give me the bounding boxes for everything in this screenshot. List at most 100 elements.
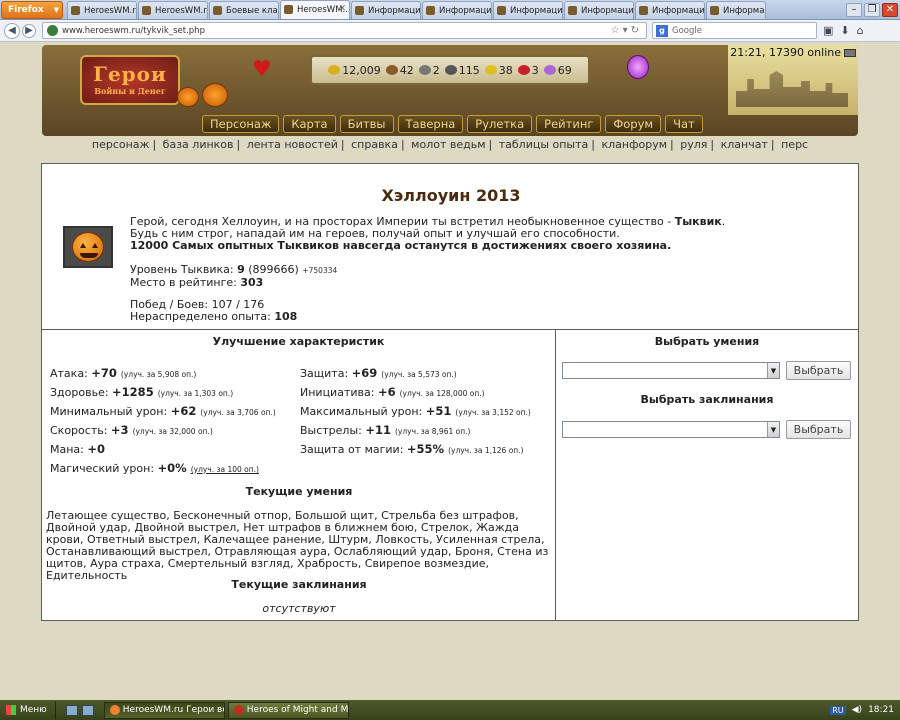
browser-tab[interactable]: Информация... xyxy=(422,1,492,19)
taskbar-item[interactable]: Heroes of Might and Magi xyxy=(227,701,349,719)
spell-select[interactable]: ▼ xyxy=(562,421,780,438)
crystals-resource: 3 xyxy=(517,64,539,77)
gold-icon xyxy=(328,64,341,75)
start-button[interactable]: Меню xyxy=(0,701,56,719)
tab-title: Информация... xyxy=(510,6,563,16)
improve-link[interactable]: (улуч. за 1,126 оп.) xyxy=(448,446,523,455)
improve-link[interactable]: (улуч. за 3,706 оп.) xyxy=(200,408,275,417)
browser-tabbar: Firefox ▼ HeroesWM.ru ... HeroesWM.ru ...… xyxy=(0,0,900,20)
link-clan-chat[interactable]: кланчат xyxy=(721,138,768,151)
menu-tavern[interactable]: Таверна xyxy=(397,115,464,133)
volume-icon[interactable]: ◀) xyxy=(852,705,862,715)
separator: | xyxy=(152,138,157,151)
page-content: Герои Войны и Денег ♥ 12,009 42 2 115 38… xyxy=(0,43,900,700)
link-news[interactable]: лента новостей xyxy=(247,138,338,151)
link-clan-forum[interactable]: кланфорум xyxy=(602,138,668,151)
improve-link[interactable]: (улуч. за 5,573 оп.) xyxy=(381,370,456,379)
firefox-menu-button[interactable]: Firefox ▼ xyxy=(1,0,63,19)
skill-select[interactable]: ▼ xyxy=(562,362,780,379)
improve-link[interactable]: (улуч. за 1,303 оп.) xyxy=(158,389,233,398)
download-icon[interactable]: ⬇ xyxy=(840,24,849,37)
browser-tab[interactable]: Информация... xyxy=(351,1,421,19)
mana-bottle-icon[interactable] xyxy=(627,55,649,79)
menu-chat[interactable]: Чат xyxy=(665,115,703,133)
menu-battles[interactable]: Битвы xyxy=(339,115,394,133)
menu-rating[interactable]: Рейтинг xyxy=(536,115,602,133)
link-pers[interactable]: перс xyxy=(781,138,808,151)
improve-link[interactable]: (улуч. за 3,152 оп.) xyxy=(455,408,530,417)
characteristic-value: +70 xyxy=(91,365,117,380)
characteristic-label: Максимальный урон: xyxy=(300,404,426,418)
browser-tab[interactable]: Информация... xyxy=(564,1,634,19)
improve-link[interactable]: (улуч. за 32,000 оп.) xyxy=(133,427,213,436)
home-icon[interactable]: ⌂ xyxy=(857,24,864,37)
choose-spell-button[interactable]: Выбрать xyxy=(786,420,851,439)
event-intro: Герой, сегодня Хеллоуин, и на просторах … xyxy=(130,216,830,252)
menu-character[interactable]: Персонаж xyxy=(202,115,280,133)
improve-link[interactable]: (улуч. за 128,000 оп.) xyxy=(400,389,485,398)
app-icon[interactable] xyxy=(81,704,94,716)
desktop-icon[interactable] xyxy=(65,704,78,716)
choose-skill-button[interactable]: Выбрать xyxy=(786,361,851,380)
link-character[interactable]: персонаж xyxy=(92,138,150,151)
menu-forum[interactable]: Форум xyxy=(605,115,662,133)
start-label: Меню xyxy=(20,705,47,715)
system-tray: RU ◀) 18:21 xyxy=(830,705,900,715)
link-witch-hammer[interactable]: молот ведьм xyxy=(411,138,485,151)
improve-link[interactable]: (улуч. за 100 оп.) xyxy=(191,465,259,474)
task-title: HeroesWM.ru Герои войн xyxy=(122,705,224,715)
browser-tab[interactable]: HeroesWM.ru ... xyxy=(67,1,137,19)
characteristic-label: Атака: xyxy=(50,366,92,380)
wood-icon xyxy=(385,64,398,75)
tab-title: HeroesWM.ru ... xyxy=(155,6,208,16)
close-tab-icon[interactable]: ✕ xyxy=(338,4,346,14)
browser-tab[interactable]: Информация... xyxy=(493,1,563,19)
close-window-icon[interactable]: ✕ xyxy=(882,2,898,17)
link-links-base[interactable]: база линков xyxy=(163,138,234,151)
menu-map[interactable]: Карта xyxy=(283,115,336,133)
gem-icon xyxy=(543,64,556,75)
characteristic-cell: Инициатива: +6 (улуч. за 128,000 оп.) xyxy=(300,385,550,399)
characteristic-row: Атака: +70 (улуч. за 5,908 оп.) Защита: +6… xyxy=(50,363,550,382)
maximize-icon[interactable]: ❐ xyxy=(864,2,880,17)
link-rulya[interactable]: руля xyxy=(680,138,707,151)
search-input[interactable]: g Google xyxy=(652,22,817,39)
health-heart-icon[interactable]: ♥ xyxy=(252,57,272,82)
quick-launch xyxy=(65,704,94,716)
separator: | xyxy=(670,138,674,151)
characteristic-label: Магический урон: xyxy=(50,461,158,475)
improve-link[interactable]: (улуч. за 8,961 оп.) xyxy=(395,427,470,436)
browser-tab[interactable]: HeroesWM.ru ... xyxy=(138,1,208,19)
separator: | xyxy=(400,138,405,151)
mail-icon[interactable] xyxy=(844,49,856,57)
url-bar[interactable]: www.heroeswm.ru/tykvik_set.php ☆▾↻ xyxy=(42,22,647,39)
language-indicator[interactable]: RU xyxy=(830,705,846,715)
chevron-down-icon[interactable]: ▼ xyxy=(767,422,779,437)
characteristic-label: Инициатива: xyxy=(300,385,378,399)
taskbar-item[interactable]: HeroesWM.ru Герои войн xyxy=(103,701,225,719)
forward-icon[interactable]: ▶ xyxy=(22,23,36,38)
improve-link[interactable]: (улуч. за 5,908 оп.) xyxy=(121,370,196,379)
browser-tab[interactable]: Информация... xyxy=(706,1,766,19)
characteristic-cell: Минимальный урон: +62 (улуч. за 3,706 оп.… xyxy=(50,404,300,418)
characteristic-row: Скорость: +3 (улуч. за 32,000 оп.) Выстрел… xyxy=(50,420,550,439)
bookmarks-icon[interactable]: ▣ xyxy=(823,24,833,37)
game-logo[interactable]: Герои Войны и Денег xyxy=(80,55,180,105)
minimize-icon[interactable]: – xyxy=(846,2,862,17)
menu-roulette[interactable]: Рулетка xyxy=(467,115,533,133)
logo-subtitle: Войны и Денег xyxy=(94,86,166,96)
browser-tab-active[interactable]: HeroesWM... ✕ xyxy=(280,0,350,19)
bookmark-star-icon[interactable]: ☆▾↻ xyxy=(611,25,642,36)
task-title: Heroes of Might and Magi xyxy=(246,705,349,715)
browser-tab[interactable]: Боевые клан... xyxy=(209,1,279,19)
characteristic-cell: Защита: +69 (улуч. за 5,573 оп.) xyxy=(300,366,550,380)
link-help[interactable]: справка xyxy=(351,138,398,151)
chevron-down-icon[interactable]: ▼ xyxy=(767,363,779,378)
link-exp-tables[interactable]: таблицы опыта xyxy=(499,138,589,151)
characteristic-value: +11 xyxy=(365,422,391,437)
browser-tab[interactable]: Информация... xyxy=(635,1,705,19)
back-icon[interactable]: ◀ xyxy=(4,22,20,39)
characteristic-cell: Здоровье: +1285 (улуч. за 1,303 оп.) xyxy=(50,385,300,399)
page-title: Хэллоуин 2013 xyxy=(381,186,521,205)
characteristic-label: Мана: xyxy=(50,442,88,456)
